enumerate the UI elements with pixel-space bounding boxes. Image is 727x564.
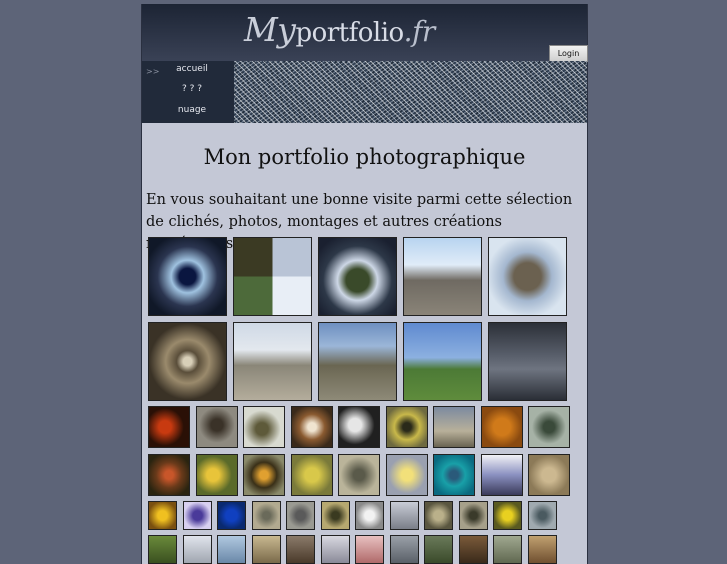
gallery-thumbnail[interactable] <box>385 406 428 448</box>
gallery-thumbnail[interactable] <box>195 406 238 448</box>
gallery-thumbnail[interactable] <box>480 406 523 448</box>
page-title: Mon portfolio photographique <box>203 145 526 169</box>
gallery-thumbnail[interactable] <box>493 535 522 564</box>
gallery-thumbnail[interactable] <box>195 454 238 496</box>
gallery-thumbnail[interactable] <box>243 406 285 448</box>
gallery-thumbnail[interactable] <box>251 535 281 564</box>
nav-menu: >> accueil ? ? ? nuage <box>142 61 234 123</box>
gallery-thumbnail[interactable] <box>286 501 315 530</box>
gallery-thumbnail[interactable] <box>355 535 384 564</box>
gallery-thumbnail[interactable] <box>458 501 488 530</box>
gallery-thumbnail[interactable] <box>338 454 380 496</box>
gallery-thumbnail[interactable] <box>148 535 177 564</box>
gallery-thumbnail[interactable] <box>290 406 333 448</box>
gallery-thumbnail[interactable] <box>217 535 246 564</box>
gallery-thumbnail[interactable] <box>148 237 227 316</box>
gallery-thumbnail[interactable] <box>182 501 212 530</box>
nav-item-unknown[interactable]: ? ? ? <box>156 84 228 94</box>
header-banner-image <box>234 61 587 123</box>
gallery-thumbnail[interactable] <box>290 454 333 496</box>
gallery-thumbnail[interactable] <box>493 501 522 530</box>
gallery-thumbnail[interactable] <box>148 322 227 401</box>
gallery-thumbnail[interactable] <box>424 501 453 530</box>
gallery-thumbnail[interactable] <box>527 535 557 564</box>
gallery-thumbnail[interactable] <box>320 501 350 530</box>
nav-item-nuage[interactable]: nuage <box>156 105 228 115</box>
gallery-thumbnail[interactable] <box>320 535 350 564</box>
gallery-thumbnail[interactable] <box>148 501 177 530</box>
gallery-thumbnail[interactable] <box>148 406 190 448</box>
site-logo[interactable]: Myportfolio.fr <box>244 10 435 49</box>
gallery-thumbnail[interactable] <box>528 454 570 496</box>
gallery-thumbnail[interactable] <box>355 501 384 530</box>
gallery-thumbnail[interactable] <box>433 454 475 496</box>
gallery-thumbnail[interactable] <box>233 237 312 316</box>
gallery-thumbnail[interactable] <box>528 406 570 448</box>
gallery-thumbnail[interactable] <box>286 535 315 564</box>
gallery-thumbnail[interactable] <box>488 322 567 401</box>
gallery-thumbnail[interactable] <box>424 535 453 564</box>
gallery-thumbnail[interactable] <box>389 501 419 530</box>
logo-my: My <box>244 10 296 49</box>
logo-mid: portfolio <box>295 18 404 48</box>
gallery-thumbnail[interactable] <box>389 535 419 564</box>
page-container: Myportfolio.fr Login >> accueil ? ? ? nu… <box>141 4 588 564</box>
gallery-thumbnail[interactable] <box>318 237 397 316</box>
nav-item-accueil[interactable]: accueil <box>156 64 228 74</box>
gallery-thumbnail[interactable] <box>527 501 557 530</box>
gallery-thumbnail[interactable] <box>403 237 482 316</box>
gallery-thumbnail[interactable] <box>338 406 380 448</box>
site-header: Myportfolio.fr Login <box>142 4 588 62</box>
gallery-thumbnail[interactable] <box>318 322 397 401</box>
gallery-thumbnail[interactable] <box>243 454 285 496</box>
gallery-thumbnail[interactable] <box>217 501 246 530</box>
gallery-thumbnail[interactable] <box>182 535 212 564</box>
gallery-thumbnail[interactable] <box>480 454 523 496</box>
gallery-thumbnail[interactable] <box>385 454 428 496</box>
gallery-thumbnail[interactable] <box>488 237 567 316</box>
gallery-thumbnail[interactable] <box>233 322 312 401</box>
login-button[interactable]: Login <box>549 45 588 62</box>
gallery-thumbnail[interactable] <box>433 406 475 448</box>
gallery-thumbnail[interactable] <box>458 535 488 564</box>
logo-tld: .fr <box>403 15 436 48</box>
gallery-thumbnail[interactable] <box>403 322 482 401</box>
gallery-thumbnail[interactable] <box>148 454 190 496</box>
gallery-thumbnail[interactable] <box>251 501 281 530</box>
